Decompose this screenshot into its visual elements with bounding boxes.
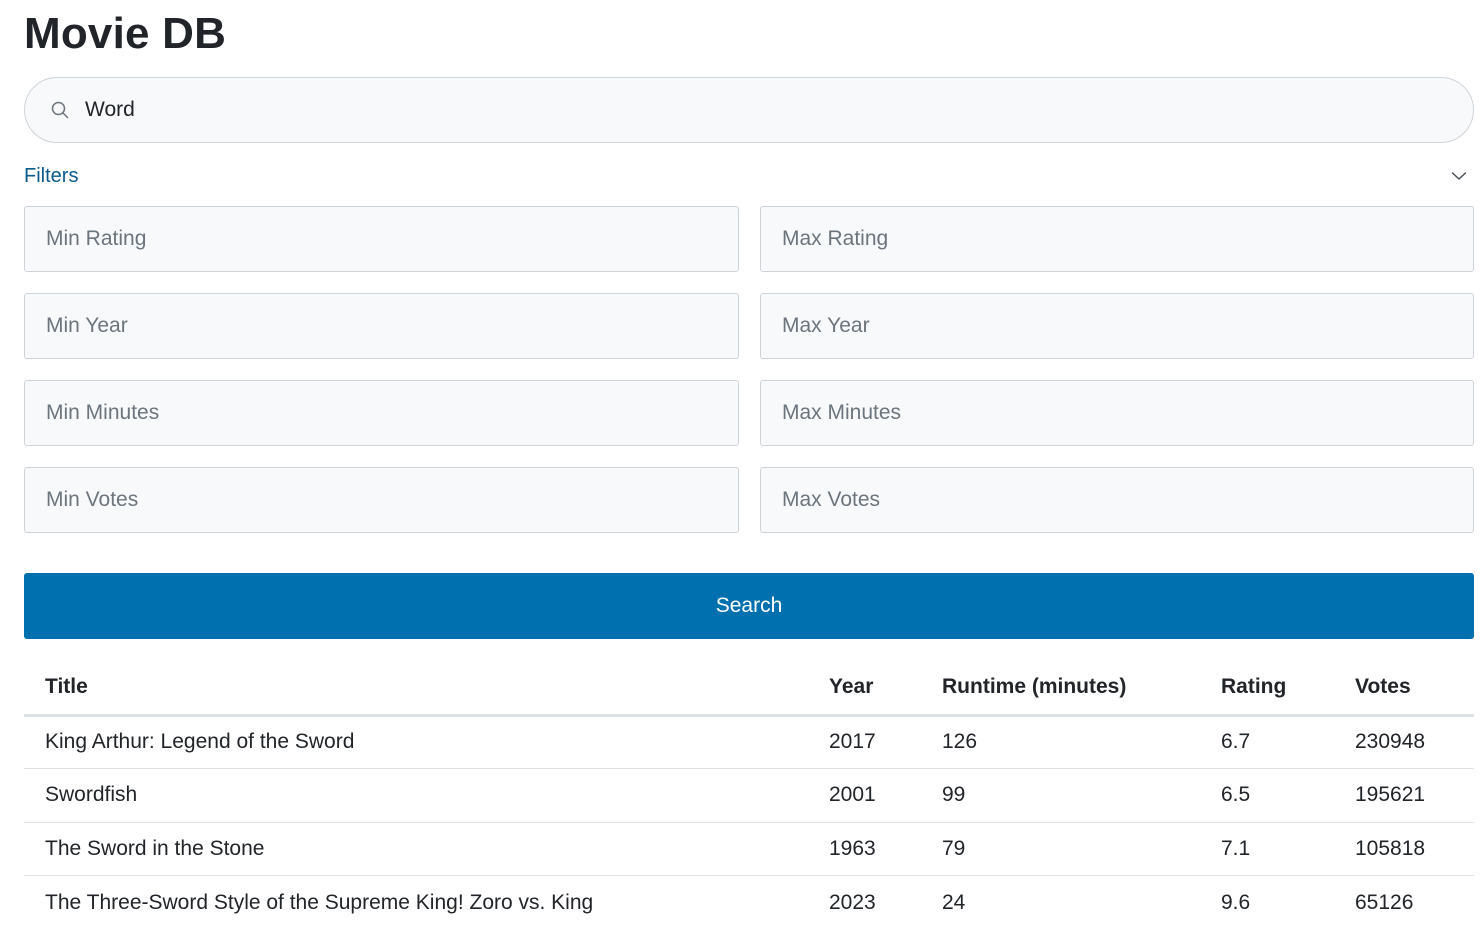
cell-votes: 65126 bbox=[1355, 890, 1414, 914]
cell-rating: 9.6 bbox=[1221, 890, 1251, 914]
chevron-down-icon[interactable] bbox=[1448, 165, 1470, 187]
table-row[interactable]: The Three-Sword Style of the Supreme Kin… bbox=[24, 876, 1474, 925]
page: Movie DB Filters Search Titl bbox=[0, 0, 1483, 925]
cell-votes: 230948 bbox=[1334, 715, 1474, 769]
search-bar[interactable] bbox=[24, 77, 1474, 143]
search-input[interactable] bbox=[85, 78, 1473, 142]
max-votes-input[interactable] bbox=[760, 467, 1474, 533]
column-header-year[interactable]: Year bbox=[808, 660, 921, 717]
table-header-row: Title Year Runtime (minutes) Rating Vote… bbox=[24, 660, 1474, 717]
cell-rating: 7.1 bbox=[1200, 822, 1334, 876]
cell-runtime: 99 bbox=[921, 768, 1200, 823]
table-row[interactable]: The Sword in the Stone 1963 79 7.1 10581… bbox=[24, 822, 1474, 876]
filters-toggle[interactable]: Filters bbox=[24, 160, 1474, 192]
search-button[interactable]: Search bbox=[24, 573, 1474, 639]
column-header-title[interactable]: Title bbox=[24, 660, 808, 717]
column-header-votes[interactable]: Votes bbox=[1334, 660, 1474, 717]
min-votes-input[interactable] bbox=[24, 467, 739, 533]
cell-runtime: 126 bbox=[921, 715, 1200, 769]
cell-title: Swordfish bbox=[24, 768, 808, 823]
filters-label: Filters bbox=[24, 164, 79, 187]
min-year-input[interactable] bbox=[24, 293, 739, 359]
column-header-rating[interactable]: Rating bbox=[1200, 660, 1334, 717]
cell-runtime: 79 bbox=[921, 822, 1200, 876]
max-minutes-input[interactable] bbox=[760, 380, 1474, 446]
page-title: Movie DB bbox=[24, 9, 227, 58]
cell-title: The Sword in the Stone bbox=[24, 822, 808, 876]
cell-rating: 6.7 bbox=[1200, 715, 1334, 769]
cell-votes: 195621 bbox=[1334, 768, 1474, 823]
cell-title: King Arthur: Legend of the Sword bbox=[24, 715, 808, 769]
cell-title: The Three-Sword Style of the Supreme Kin… bbox=[45, 890, 594, 914]
min-minutes-input[interactable] bbox=[24, 380, 739, 446]
cell-runtime: 24 bbox=[942, 890, 966, 914]
cell-votes: 105818 bbox=[1334, 822, 1474, 876]
max-rating-input[interactable] bbox=[760, 206, 1474, 272]
filters-panel bbox=[24, 206, 1474, 533]
table-row[interactable]: King Arthur: Legend of the Sword 2017 12… bbox=[24, 715, 1474, 769]
column-header-runtime[interactable]: Runtime (minutes) bbox=[921, 660, 1200, 717]
search-icon bbox=[49, 99, 71, 121]
cell-year: 2017 bbox=[808, 715, 921, 769]
max-year-input[interactable] bbox=[760, 293, 1474, 359]
min-rating-input[interactable] bbox=[24, 206, 739, 272]
cell-year: 2023 bbox=[829, 890, 876, 914]
results-table: Title Year Runtime (minutes) Rating Vote… bbox=[24, 660, 1474, 925]
table-row[interactable]: Swordfish 2001 99 6.5 195621 bbox=[24, 768, 1474, 823]
cell-year: 2001 bbox=[808, 768, 921, 823]
cell-rating: 6.5 bbox=[1200, 768, 1334, 823]
cell-year: 1963 bbox=[808, 822, 921, 876]
